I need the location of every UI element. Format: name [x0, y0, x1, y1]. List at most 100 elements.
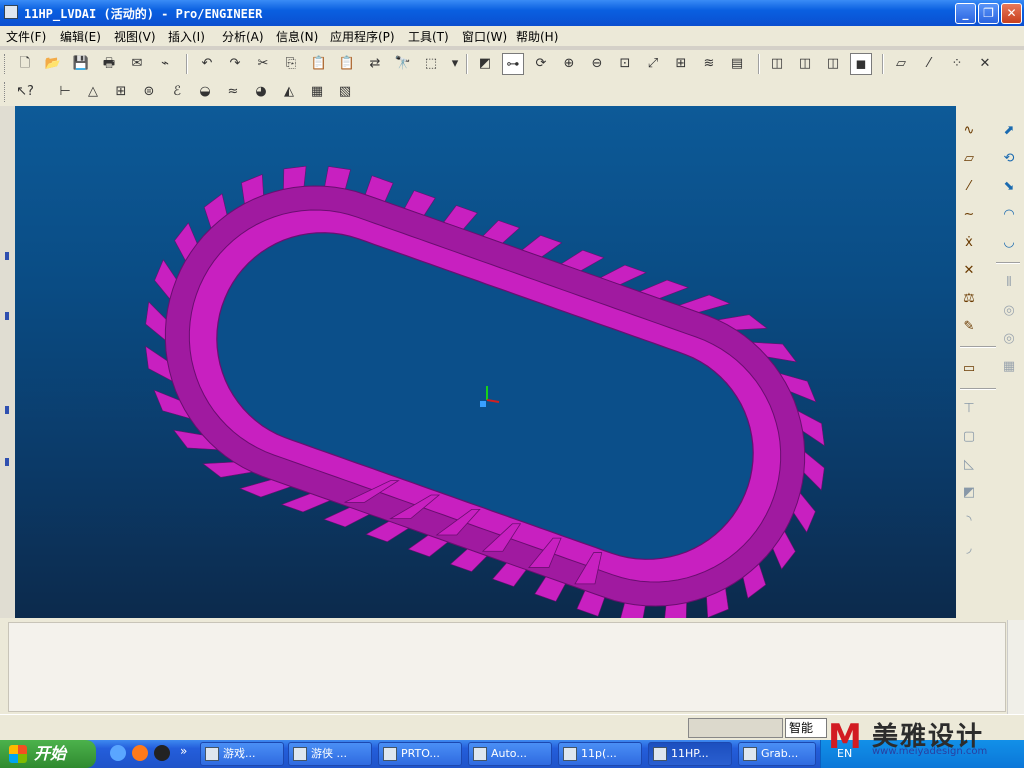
toolbar-grip[interactable]: [4, 54, 7, 74]
splitter-arrow[interactable]: [5, 312, 9, 320]
new-icon[interactable]: 🗋: [14, 53, 36, 75]
ie-icon[interactable]: [110, 745, 126, 761]
wireframe-icon[interactable]: ◫: [766, 53, 788, 75]
cut-icon[interactable]: ✂: [252, 53, 274, 75]
analysis-feature-icon[interactable]: ⚖: [958, 288, 980, 310]
mass-props-icon[interactable]: ⊜: [138, 81, 160, 103]
find-icon[interactable]: 🔭: [392, 53, 414, 75]
shading-icon[interactable]: ◼: [850, 53, 872, 75]
orient-icon[interactable]: ⟳: [530, 53, 552, 75]
surface-analysis-icon[interactable]: ◒: [194, 81, 216, 103]
saved-views-icon[interactable]: ⊞: [670, 53, 692, 75]
menu-applications[interactable]: 应用程序(P): [330, 28, 395, 45]
trim-icon[interactable]: ◎: [998, 328, 1020, 350]
extrude-icon[interactable]: ⬈: [998, 120, 1020, 142]
menu-tools[interactable]: 工具(T): [408, 28, 449, 45]
firefox-icon[interactable]: [132, 745, 148, 761]
datum-planes-icon[interactable]: ⏥: [890, 53, 912, 75]
datum-axes-icon[interactable]: ⁄: [918, 53, 940, 75]
datum-points-icon[interactable]: ⁘: [946, 53, 968, 75]
slope-icon[interactable]: ◭: [278, 81, 300, 103]
minimize-button[interactable]: _: [955, 3, 976, 24]
curve-analysis-icon[interactable]: ℰ: [166, 81, 188, 103]
hidden-line-icon[interactable]: ◫: [794, 53, 816, 75]
mirror-icon[interactable]: ⫴: [998, 272, 1020, 294]
menu-help[interactable]: 帮助(H): [516, 28, 558, 45]
menu-file[interactable]: 文件(F): [6, 28, 46, 45]
refit-icon[interactable]: ⊡: [614, 53, 636, 75]
toolbar-grip[interactable]: [4, 82, 7, 102]
undo-icon[interactable]: ↶: [196, 53, 218, 75]
datum-plane-icon[interactable]: ▱: [958, 148, 980, 170]
paste-icon[interactable]: 📋: [308, 53, 330, 75]
zoom-out-icon[interactable]: ⊖: [586, 53, 608, 75]
left-splitter[interactable]: [0, 106, 15, 618]
datum-csys-icon[interactable]: ✕: [958, 260, 980, 282]
save-icon[interactable]: 💾: [70, 53, 92, 75]
regenerate-icon[interactable]: ⇄: [364, 53, 386, 75]
email-link-icon[interactable]: ⌁: [154, 53, 176, 75]
sweep-icon[interactable]: ⬊: [998, 176, 1020, 198]
style-icon[interactable]: ◡: [998, 232, 1020, 254]
hole-icon[interactable]: ⊤: [958, 398, 980, 420]
datum-curve-icon[interactable]: ∼: [958, 204, 980, 226]
print-icon[interactable]: 🖶: [98, 53, 120, 75]
task-button[interactable]: PRTO...: [378, 742, 462, 766]
no-hidden-icon[interactable]: ◫: [822, 53, 844, 75]
revolve-icon[interactable]: ⟲: [998, 148, 1020, 170]
curvature-icon[interactable]: ≈: [222, 81, 244, 103]
draft-icon[interactable]: ◕: [250, 81, 272, 103]
reorient-icon[interactable]: ⤢: [642, 53, 664, 75]
section-icon[interactable]: △: [82, 81, 104, 103]
draft-feature-icon[interactable]: ◩: [958, 482, 980, 504]
app-icon[interactable]: [4, 5, 18, 19]
redraw-icon[interactable]: ◩: [474, 53, 496, 75]
menu-insert[interactable]: 插入(I): [168, 28, 205, 45]
close-button[interactable]: ✕: [1001, 3, 1022, 24]
copy-icon[interactable]: ⎘: [280, 53, 302, 75]
menu-info[interactable]: 信息(N): [276, 28, 318, 45]
shell-icon[interactable]: ▢: [958, 426, 980, 448]
merge-icon[interactable]: ◎: [998, 300, 1020, 322]
table-icon[interactable]: ⊞: [110, 81, 132, 103]
menu-analysis[interactable]: 分析(A): [222, 28, 264, 45]
rib-icon[interactable]: ◺: [958, 454, 980, 476]
task-button[interactable]: 游戏...: [200, 742, 284, 766]
view-manager-icon[interactable]: ▤: [726, 53, 748, 75]
splitter-arrow[interactable]: [5, 406, 9, 414]
pattern-icon[interactable]: ▦: [998, 356, 1020, 378]
sketched-curve-icon[interactable]: ∿: [958, 120, 980, 142]
graphics-window[interactable]: [15, 106, 956, 618]
qq-icon[interactable]: [154, 745, 170, 761]
quicklaunch-overflow[interactable]: »: [180, 744, 187, 758]
spin-center-icon[interactable]: ⊶: [502, 53, 524, 75]
select-dropdown-icon[interactable]: ▾: [444, 53, 466, 75]
redo-icon[interactable]: ↷: [224, 53, 246, 75]
menu-edit[interactable]: 编辑(E): [60, 28, 101, 45]
email-icon[interactable]: ✉: [126, 53, 148, 75]
smart-filter-select[interactable]: 智能: [785, 718, 827, 738]
hide-analysis-icon[interactable]: ▧: [334, 81, 356, 103]
splitter-arrow[interactable]: [5, 252, 9, 260]
message-scrollbar[interactable]: [1007, 620, 1024, 714]
task-button[interactable]: Grab...: [738, 742, 816, 766]
datum-point-icon[interactable]: ẋ: [958, 232, 980, 254]
task-button[interactable]: 游侠 ...: [288, 742, 372, 766]
menu-window[interactable]: 窗口(W): [462, 28, 507, 45]
paste-special-icon[interactable]: 📋: [336, 53, 358, 75]
task-button[interactable]: Auto...: [468, 742, 552, 766]
start-button[interactable]: 开始: [0, 740, 96, 768]
splitter-arrow[interactable]: [5, 458, 9, 466]
coord-sys-icon[interactable]: ✕: [974, 53, 996, 75]
track-model[interactable]: [15, 106, 956, 618]
offset-point-icon[interactable]: ✎: [958, 316, 980, 338]
note-icon[interactable]: ▭: [958, 358, 980, 380]
measure-icon[interactable]: ⊢: [54, 81, 76, 103]
task-button-active[interactable]: 11HP...: [648, 742, 732, 766]
layers-icon[interactable]: ≋: [698, 53, 720, 75]
chamfer-icon[interactable]: ◞: [958, 538, 980, 560]
maximize-button[interactable]: ❐: [978, 3, 999, 24]
open-icon[interactable]: 📂: [42, 53, 64, 75]
task-button[interactable]: 11p(...: [558, 742, 642, 766]
context-help-icon[interactable]: ↖?: [14, 81, 36, 103]
